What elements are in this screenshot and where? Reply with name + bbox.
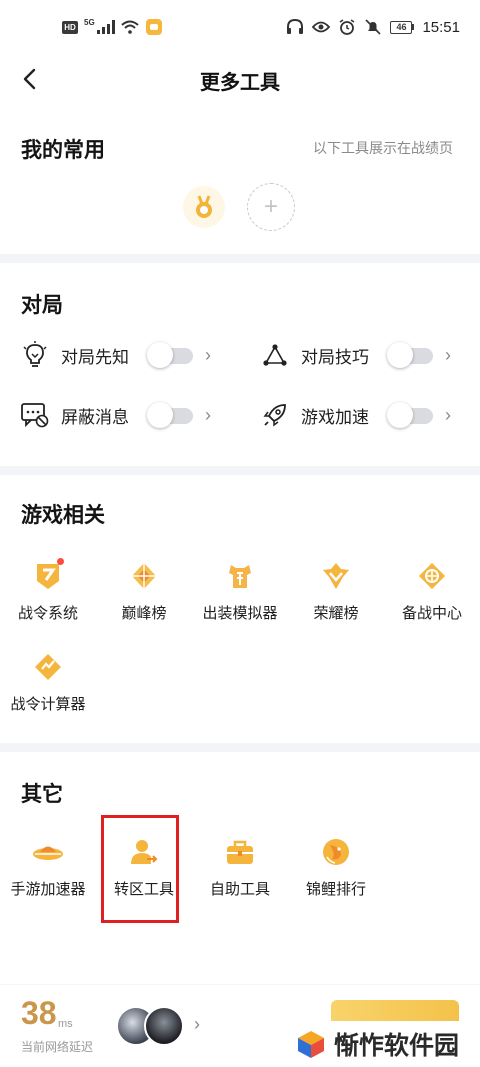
page-title: 更多工具 — [200, 72, 280, 94]
accelerator-icon — [30, 834, 66, 870]
match-title: 对局 — [21, 294, 63, 317]
tool-label: 出装模拟器 — [202, 605, 278, 622]
match-section: 对局 对局先知 › 对局技巧 › 屏蔽消息 › 游戏加速 › — [0, 263, 480, 466]
chevron-right-icon[interactable]: › — [205, 405, 211, 426]
signal-icon — [96, 18, 115, 36]
toggle-row-block-messages: 屏蔽消息 › — [21, 401, 211, 429]
others-title: 其它 — [21, 783, 63, 806]
new-badge — [57, 558, 64, 565]
watermark-text: 惭怍软件园 — [334, 1032, 460, 1060]
chevron-right-icon[interactable]: › — [205, 345, 211, 366]
toolbox-icon — [222, 834, 258, 870]
plus-icon: + — [263, 193, 278, 220]
signal-label: 5G — [84, 18, 95, 27]
mute-bell-icon — [364, 18, 382, 36]
tool-glory-rank[interactable]: 荣耀榜 — [288, 558, 384, 623]
add-favorite-button[interactable]: + — [247, 183, 295, 231]
ping-unit: ms — [58, 1018, 73, 1030]
rocket-icon — [261, 401, 289, 429]
watermark-logo-icon — [298, 1031, 324, 1058]
chevron-right-icon[interactable]: › — [194, 1014, 200, 1035]
tool-label: 手游加速器 — [10, 881, 86, 898]
ping-caption: 当前网络延迟 — [21, 1040, 94, 1054]
watermark: 惭怍软件园 — [286, 1021, 480, 1067]
tool-label: 自助工具 — [209, 881, 270, 898]
toggle-label: 对局先知 — [61, 347, 129, 367]
armor-sim-icon — [222, 558, 258, 594]
toggle-label: 对局技巧 — [301, 347, 369, 367]
favorites-title: 我的常用 — [21, 139, 105, 162]
alarm-icon — [338, 18, 356, 36]
toggle-switch-block-messages[interactable] — [147, 402, 193, 428]
favorite-medal-tool[interactable] — [183, 186, 225, 228]
battle-pass-icon — [30, 558, 66, 594]
ping-value: 38 — [21, 995, 57, 1031]
eye-icon — [312, 18, 331, 36]
toggle-row-match-tips: 对局技巧 › — [261, 341, 451, 369]
hd-badge: HD — [62, 20, 78, 34]
favorites-section: 我的常用 以下工具展示在战绩页 + — [0, 106, 480, 254]
favorites-note: 以下工具展示在战绩页 — [313, 140, 453, 156]
battery-level: 46 — [390, 20, 413, 34]
tool-mobile-accelerator[interactable]: 手游加速器 — [0, 834, 96, 899]
tool-peak-rank[interactable]: 巅峰榜 — [96, 558, 192, 623]
tool-koi-ranking[interactable]: 锦鲤排行 — [288, 834, 384, 899]
game-related-section: 游戏相关 战令系统 巅峰榜 出装模拟器 荣耀榜 备战中心 战令计算器 — [0, 475, 480, 743]
avatar[interactable] — [144, 1006, 184, 1046]
tool-label: 巅峰榜 — [121, 605, 167, 622]
chevron-right-icon[interactable]: › — [445, 345, 451, 366]
app-notification-icon — [145, 18, 163, 36]
peak-rank-icon — [126, 558, 162, 594]
toggle-row-game-boost: 游戏加速 › — [261, 401, 451, 429]
lightbulb-icon — [21, 341, 49, 369]
message-block-icon — [21, 401, 49, 429]
headphones-icon — [286, 18, 304, 36]
others-section: 其它 手游加速器 转区工具 自助工具 锦鲤排行 — [0, 752, 480, 984]
triangle-nodes-icon — [261, 341, 289, 369]
battery-icon: 46 — [390, 20, 415, 34]
status-time: 15:51 — [422, 18, 460, 36]
tool-pass-calculator[interactable]: 战令计算器 — [0, 649, 96, 714]
chevron-right-icon[interactable]: › — [445, 405, 451, 426]
koi-icon — [318, 834, 354, 870]
calculator-icon — [30, 649, 66, 685]
tool-battle-pass[interactable]: 战令系统 — [0, 558, 96, 623]
toggle-row-match-insight: 对局先知 › — [21, 341, 211, 369]
toggle-switch-match-tips[interactable] — [387, 342, 433, 368]
medal-icon — [196, 195, 212, 218]
tool-label: 战令系统 — [17, 605, 78, 622]
toggle-label: 游戏加速 — [301, 407, 369, 427]
nav-bar: 更多工具 — [0, 56, 480, 106]
prep-center-icon — [414, 558, 450, 594]
status-bar: HD 5G 46 15:51 — [0, 0, 480, 56]
tool-armor-simulator[interactable]: 出装模拟器 — [192, 558, 288, 623]
tool-label: 锦鲤排行 — [305, 881, 366, 898]
tool-label: 战令计算器 — [10, 696, 86, 713]
glory-rank-icon — [318, 558, 354, 594]
highlight-box — [101, 815, 179, 923]
toggle-switch-game-boost[interactable] — [387, 402, 433, 428]
toggle-label: 屏蔽消息 — [61, 407, 129, 427]
game-related-title: 游戏相关 — [21, 504, 105, 527]
tool-self-service[interactable]: 自助工具 — [192, 834, 288, 899]
tool-prep-center[interactable]: 备战中心 — [384, 558, 480, 623]
wifi-icon — [121, 18, 139, 36]
toggle-switch-match-insight[interactable] — [147, 342, 193, 368]
tool-label: 荣耀榜 — [313, 605, 359, 622]
tool-label: 备战中心 — [401, 605, 462, 622]
